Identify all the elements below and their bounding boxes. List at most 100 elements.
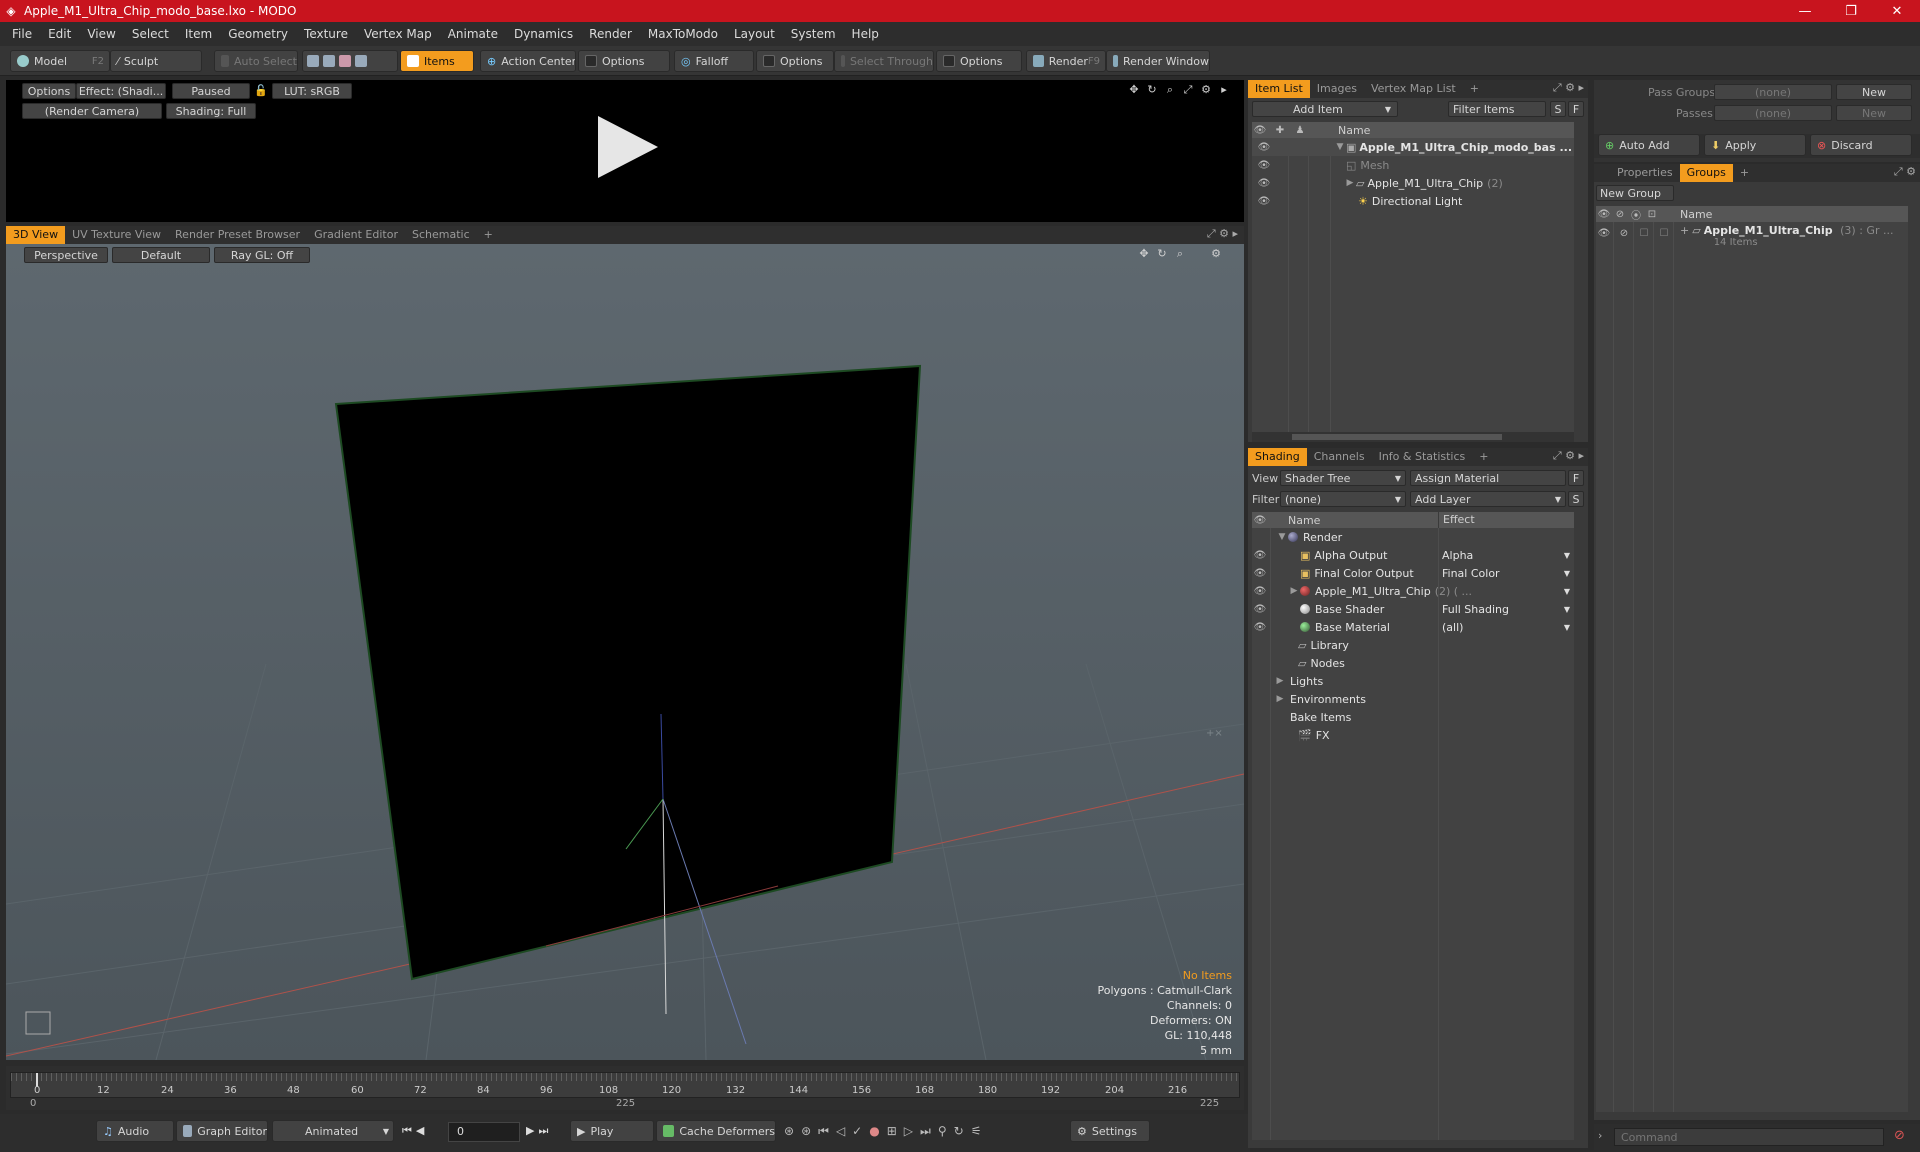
- expand-plus-icon[interactable]: +: [1680, 224, 1689, 237]
- channel-icon[interactable]: ⚲: [938, 1124, 947, 1139]
- next-key-icon[interactable]: ⏭: [920, 1124, 931, 1139]
- shader-row-environments[interactable]: ▶ Environments: [1252, 690, 1366, 708]
- dropdown-arrow-icon[interactable]: ▼: [1564, 623, 1570, 632]
- visibility-eye-icon[interactable]: 👁: [1256, 138, 1272, 156]
- menu-system[interactable]: System: [783, 27, 844, 41]
- zoom-icon[interactable]: ⌕: [1162, 82, 1178, 98]
- render-button[interactable]: Render F9: [1026, 50, 1106, 72]
- gear-icon[interactable]: ⚙: [1208, 246, 1224, 262]
- render-window-button[interactable]: Render Window: [1106, 50, 1210, 72]
- visibility-eye-icon[interactable]: 👁: [1256, 192, 1272, 210]
- panel-tab-icons[interactable]: ⤢ ⚙: [1894, 165, 1916, 179]
- menu-texture[interactable]: Texture: [296, 27, 356, 41]
- shader-row-nodes[interactable]: ▱ Nodes: [1252, 654, 1345, 672]
- filter-s-button[interactable]: S: [1550, 101, 1566, 117]
- add-tab-icon[interactable]: +: [1463, 80, 1486, 98]
- expand-arrow-icon[interactable]: ▶: [1288, 586, 1300, 596]
- shader-row-render[interactable]: ▼ Render: [1252, 528, 1574, 546]
- add-item-dropdown[interactable]: Add Item ▼: [1252, 101, 1398, 117]
- visibility-eye-icon[interactable]: 👁: [1256, 174, 1272, 192]
- render-toggle-icon[interactable]: ☐: [1636, 224, 1652, 242]
- tab-render-preset-browser[interactable]: Render Preset Browser: [168, 226, 307, 244]
- keyframe-icon[interactable]: ⊞: [887, 1124, 897, 1139]
- maximize-icon[interactable]: ⤢: [1180, 82, 1196, 98]
- discard-button[interactable]: ⊗ Discard: [1810, 134, 1912, 156]
- expand-arrow-icon[interactable]: ▶: [1274, 676, 1286, 686]
- gear-icon[interactable]: ⚙: [1198, 82, 1214, 98]
- visibility-eye-icon[interactable]: 👁: [1252, 546, 1268, 564]
- expand-arrow-icon[interactable]: ▶: [1344, 178, 1356, 188]
- new-pass-group-button[interactable]: New: [1836, 84, 1912, 100]
- falloff-button[interactable]: ◎ Falloff: [674, 50, 754, 72]
- shader-effect[interactable]: Final Color: [1442, 567, 1500, 580]
- camera-dropdown[interactable]: (Render Camera): [22, 103, 162, 119]
- perspective-dropdown[interactable]: Perspective: [24, 247, 108, 263]
- assign-material-input[interactable]: Assign Material: [1410, 470, 1566, 486]
- zoom-icon[interactable]: ⌕: [1172, 246, 1188, 262]
- menu-select[interactable]: Select: [124, 27, 177, 41]
- tab-channels[interactable]: Channels: [1307, 448, 1372, 466]
- key-icon[interactable]: ✓: [852, 1124, 862, 1139]
- menu-layout[interactable]: Layout: [726, 27, 783, 41]
- preview-paused-button[interactable]: Paused: [172, 83, 250, 99]
- shader-row-final-color[interactable]: 👁 ▣ Final Color Output Final Color ▼: [1252, 564, 1574, 582]
- shader-effect[interactable]: Full Shading: [1442, 603, 1509, 616]
- materials-mode-icon[interactable]: [355, 55, 367, 67]
- apply-button[interactable]: ⬇ Apply: [1704, 134, 1806, 156]
- select-through-options-button[interactable]: Options: [936, 50, 1022, 72]
- viewport-3d[interactable]: +× Perspective Default Ray GL: Off ✥ ↻ ⌕…: [6, 244, 1244, 1060]
- view-dropdown[interactable]: Shader Tree ▼: [1280, 470, 1406, 486]
- falloff-options-button[interactable]: Options: [756, 50, 834, 72]
- horizontal-scrollbar[interactable]: [1252, 432, 1574, 442]
- group-row[interactable]: 👁 ⊘ ☐ ☐ + ▱ Apple_M1_Ultra_Chip (3) : Gr…: [1596, 222, 1908, 254]
- arrow-right-icon[interactable]: ▸: [1216, 82, 1232, 98]
- tab-images[interactable]: Images: [1310, 80, 1364, 98]
- close-icon[interactable]: ✕: [1874, 0, 1920, 22]
- vertices-mode-icon[interactable]: [307, 55, 319, 67]
- shader-effect[interactable]: Alpha: [1442, 549, 1473, 562]
- expand-arrow-icon[interactable]: ▶: [1274, 694, 1286, 704]
- item-row-mesh[interactable]: 👁 ◱ Mesh: [1252, 156, 1390, 174]
- settings-button[interactable]: ⚙ Settings: [1070, 1120, 1150, 1142]
- pan-icon[interactable]: ✥: [1136, 246, 1152, 262]
- record-icon[interactable]: ●: [869, 1124, 879, 1139]
- tab-schematic[interactable]: Schematic: [405, 226, 477, 244]
- panel-tab-icons[interactable]: ⤢ ⚙ ▸: [1553, 81, 1584, 95]
- select-toggle-icon[interactable]: ☐: [1656, 224, 1672, 242]
- new-pass-button[interactable]: New: [1836, 105, 1912, 121]
- edges-mode-icon[interactable]: [323, 55, 335, 67]
- lut-dropdown[interactable]: LUT: sRGB: [272, 83, 352, 99]
- tab-3d-view[interactable]: 3D View: [6, 226, 66, 244]
- visibility-eye-icon[interactable]: 👁: [1252, 618, 1268, 636]
- action-center-options-button[interactable]: Options: [578, 50, 670, 72]
- dropdown-arrow-icon[interactable]: ▼: [1564, 569, 1570, 578]
- menu-file[interactable]: File: [4, 27, 40, 41]
- default-dropdown[interactable]: Default: [112, 247, 210, 263]
- auto-add-button[interactable]: ⊕ Auto Add: [1598, 134, 1700, 156]
- add-layer-s-button[interactable]: S: [1568, 491, 1584, 507]
- add-layer-dropdown[interactable]: Add Layer ▼: [1410, 491, 1566, 507]
- key-mode-icon[interactable]: ⊛: [801, 1124, 811, 1139]
- animated-dropdown[interactable]: Animated ▼: [272, 1120, 394, 1142]
- timeline-ruler[interactable]: 0 12 24 36 48 60 72 84 96 108 120 132 14…: [10, 1072, 1240, 1098]
- tab-shading[interactable]: Shading: [1248, 448, 1307, 466]
- preview-effect-dropdown[interactable]: Effect: (Shadi...: [76, 83, 166, 99]
- go-to-start-icon[interactable]: ⏮: [402, 1124, 412, 1138]
- panel-tab-icons[interactable]: ⤢ ⚙ ▸: [1553, 449, 1584, 463]
- graph-editor-button[interactable]: Graph Editor: [176, 1120, 268, 1142]
- shader-row-alpha-output[interactable]: 👁 ▣ Alpha Output Alpha ▼: [1252, 546, 1574, 564]
- sculpt-mode-button[interactable]: ⁄ Sculpt: [110, 50, 202, 72]
- shader-row-library[interactable]: ▱ Library: [1252, 636, 1349, 654]
- menu-geometry[interactable]: Geometry: [220, 27, 296, 41]
- tab-gradient-editor[interactable]: Gradient Editor: [307, 226, 405, 244]
- shader-row-material-group[interactable]: 👁 ▶ Apple_M1_Ultra_Chip (2) ( ... ▼: [1252, 582, 1574, 600]
- play-icon[interactable]: [592, 112, 662, 182]
- filter-items-input[interactable]: Filter Items: [1448, 101, 1546, 117]
- back-key-icon[interactable]: ◁: [836, 1124, 845, 1139]
- timeline[interactable]: 0 12 24 36 48 60 72 84 96 108 120 132 14…: [6, 1066, 1244, 1110]
- model-mode-button[interactable]: Model F2: [10, 50, 110, 72]
- shader-effect[interactable]: (all): [1442, 621, 1463, 634]
- chip-mesh[interactable]: [334, 364, 922, 981]
- menu-dynamics[interactable]: Dynamics: [506, 27, 581, 41]
- dropdown-arrow-icon[interactable]: ▼: [1564, 551, 1570, 560]
